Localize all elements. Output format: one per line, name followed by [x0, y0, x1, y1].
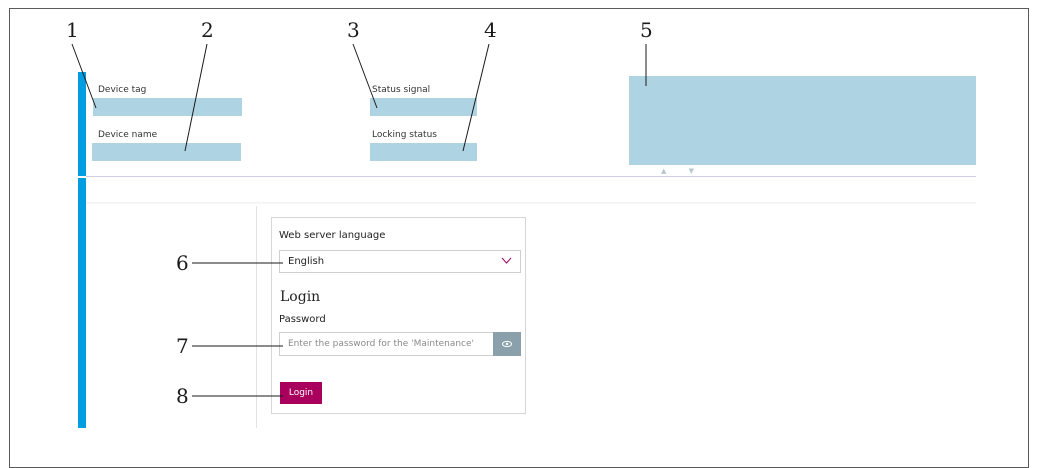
content-separator — [256, 206, 257, 428]
password-placeholder: Enter the password for the 'Maintenance' — [288, 339, 475, 349]
status-signal-label: Status signal — [372, 85, 431, 95]
callout-4: 4 — [484, 18, 497, 42]
device-tag-field — [93, 98, 242, 116]
callout-2: 2 — [201, 18, 214, 42]
login-button[interactable]: Login — [280, 382, 322, 404]
accent-bar-top — [78, 72, 86, 176]
chevron-down-icon — [501, 257, 512, 264]
callout-8: 8 — [176, 384, 189, 408]
callout-1: 1 — [66, 18, 79, 42]
password-label: Password — [279, 314, 326, 325]
device-tag-label: Device tag — [98, 85, 147, 95]
language-value: English — [288, 256, 325, 267]
show-password-button[interactable] — [493, 332, 521, 356]
status-signal-field — [370, 98, 477, 116]
password-field[interactable]: Enter the password for the 'Maintenance' — [279, 332, 494, 356]
callout-3: 3 — [347, 18, 360, 42]
collapse-arrows-icon[interactable]: ▲ ▼ — [661, 167, 704, 175]
header-divider — [86, 176, 976, 177]
device-name-label: Device name — [98, 130, 158, 140]
language-select[interactable]: English — [279, 250, 521, 273]
callout-5: 5 — [640, 18, 653, 42]
locking-status-field — [370, 143, 477, 161]
login-panel: Web server language English Login Passwo… — [271, 217, 526, 414]
header-graphic-area — [629, 76, 976, 165]
language-label: Web server language — [279, 230, 386, 241]
locking-status-label: Locking status — [372, 130, 437, 140]
login-title: Login — [280, 289, 321, 305]
callout-6: 6 — [176, 251, 189, 275]
accent-bar-bottom — [78, 178, 86, 428]
callout-7: 7 — [176, 334, 189, 358]
navigation-divider — [86, 202, 976, 205]
device-name-field — [92, 143, 241, 161]
eye-icon — [502, 340, 512, 348]
